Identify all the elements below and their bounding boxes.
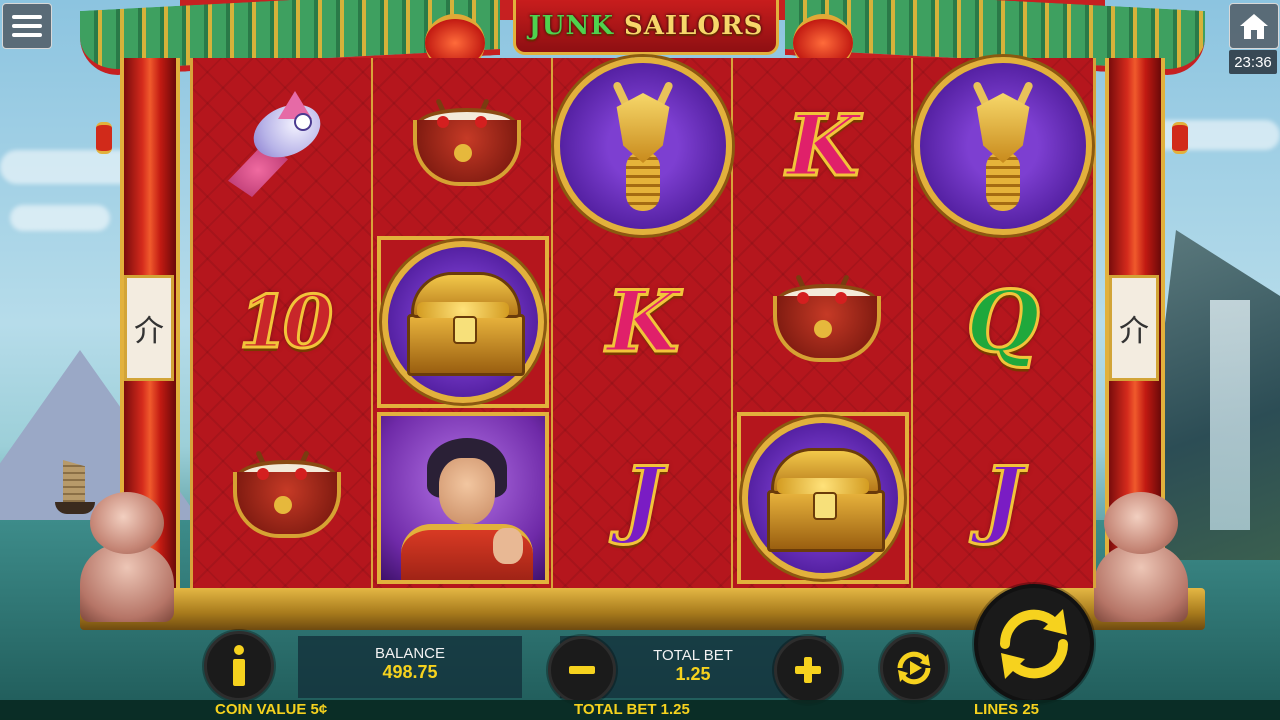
autoplay-icon [897, 651, 931, 685]
info-icon [233, 645, 245, 686]
koi-fish-icon [228, 91, 338, 201]
balance-panel: BALANCE 498.75 [298, 636, 522, 698]
total-bet-summary: TOTAL BET 1.25 [574, 701, 690, 718]
guardian-lion-statue [72, 492, 182, 622]
waterfall [1210, 300, 1250, 530]
home-icon [1240, 14, 1268, 39]
drum-icon [411, 98, 521, 194]
balance-label: BALANCE [374, 645, 446, 662]
plus-icon [795, 657, 821, 683]
treasure-chest-icon [763, 448, 885, 552]
bottom-info-bar: COIN VALUE 5¢ TOTAL BET 1.25 LINES 25 [0, 700, 1280, 720]
symbol-k: K [785, 96, 861, 195]
drum-icon [231, 450, 341, 546]
reel-3: K J [553, 57, 733, 588]
reel-2 [373, 58, 553, 588]
symbol-treasure-chest [377, 236, 549, 408]
symbol-k: K [605, 272, 681, 371]
sailor-hero-icon [381, 416, 545, 580]
symbol-dragon [913, 57, 1093, 235]
treasure-chest-icon [403, 272, 525, 376]
dragon-icon [588, 80, 698, 211]
clock: 23:36 [1229, 50, 1277, 74]
reel-grid: 10 K J K Q J [190, 57, 1096, 588]
menu-button[interactable] [2, 3, 52, 49]
symbol-j: J [982, 448, 1025, 547]
game-title: JUNK SAILORS [528, 11, 764, 41]
reel-5: Q J [913, 57, 1093, 588]
chest-medallion [742, 417, 904, 579]
symbol-q: Q [965, 272, 1041, 371]
info-button[interactable] [204, 631, 274, 701]
reel-4: K [733, 58, 913, 588]
drum-icon [771, 274, 881, 370]
dragon-medallion [554, 57, 732, 235]
lantern-icon [1172, 122, 1188, 154]
hamburger-menu-icon-bar [12, 33, 42, 37]
symbol-drum [733, 234, 913, 410]
hamburger-menu-icon-bar [12, 24, 42, 28]
symbol-drum [373, 58, 553, 234]
guardian-lion-statue [1086, 492, 1196, 622]
balance-value: 498.75 [382, 662, 438, 682]
right-pillar-plaque: 介 [1109, 275, 1159, 381]
symbol-sailor-hero [377, 412, 549, 584]
symbol-drum [193, 410, 373, 586]
dragon-icon [948, 80, 1058, 211]
left-pillar-plaque: 介 [124, 275, 174, 381]
home-button[interactable] [1229, 3, 1279, 49]
lines-label: LINES 25 [974, 701, 1040, 718]
decrease-bet-button[interactable] [548, 636, 616, 704]
coin-value-label: COIN VALUE 5¢ [215, 701, 328, 718]
hamburger-menu-icon [12, 15, 42, 19]
symbol-10: 10 [237, 279, 334, 364]
spin-button[interactable] [974, 584, 1094, 704]
spin-icon [999, 609, 1069, 679]
symbol-dragon [553, 57, 733, 235]
lantern-icon [96, 122, 112, 154]
minus-icon [569, 666, 595, 674]
chest-medallion [382, 241, 544, 403]
autoplay-button[interactable] [880, 634, 948, 702]
reel-1: 10 [193, 58, 373, 588]
symbol-j: J [622, 448, 665, 547]
game-logo: JUNK SAILORS [513, 0, 779, 55]
symbol-treasure-chest [737, 412, 909, 584]
increase-bet-button[interactable] [774, 636, 842, 704]
dragon-medallion [914, 57, 1092, 235]
symbol-fish [193, 58, 373, 234]
